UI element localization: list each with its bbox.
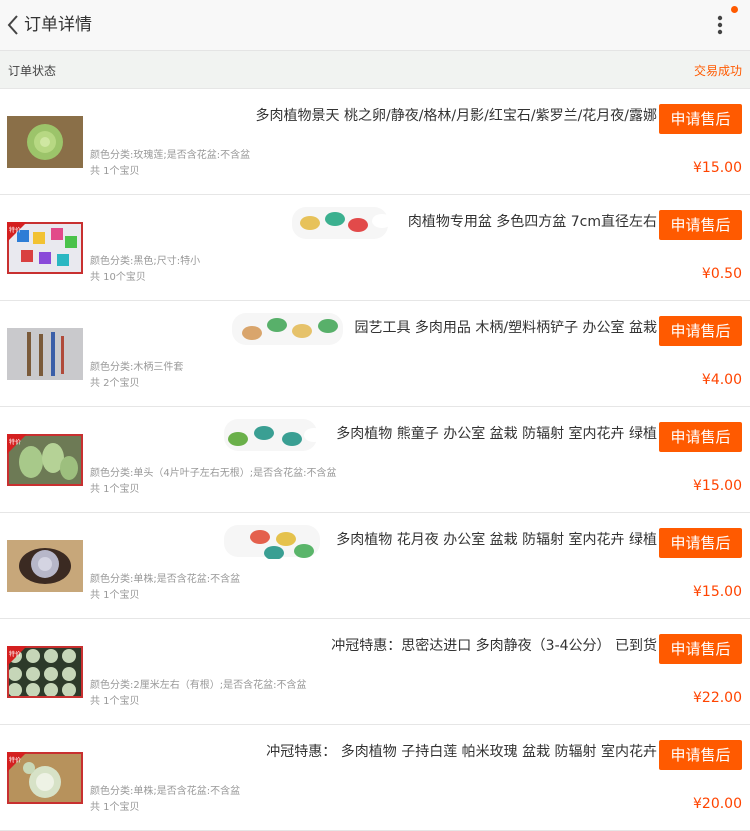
product-thumbnail[interactable]: 特价 <box>7 222 83 274</box>
product-price: ¥20.00 <box>693 796 742 812</box>
product-spec: 颜色分类:单株;是否含花盆:不含盆 <box>90 574 241 585</box>
product-name[interactable]: 多肉植物景天 桃之卵/静夜/格林/月影/红宝石/紫罗兰/花月夜/露娜 <box>256 105 657 125</box>
product-name[interactable]: 肉植物专用盆 多色四方盆 7cm直径左右 <box>408 211 657 231</box>
product-meta: 颜色分类:玫瑰莲;是否含花盆:不含盆共 1个宝贝 <box>90 148 250 180</box>
order-item[interactable]: 园艺工具 多肉用品 木柄/塑料柄铲子 办公室 盆栽颜色分类:木柄三件套共 2个宝… <box>0 301 750 407</box>
obscured-text-blot <box>224 419 319 451</box>
badge-text: 特价 <box>9 756 21 764</box>
after-sale-button[interactable]: 申请售后 <box>659 316 742 346</box>
product-price: ¥22.00 <box>693 690 742 706</box>
product-thumbnail[interactable] <box>7 540 83 592</box>
product-count: 共 1个宝贝 <box>90 484 140 495</box>
product-name[interactable]: 园艺工具 多肉用品 木柄/塑料柄铲子 办公室 盆栽 <box>354 317 657 337</box>
product-count: 共 1个宝贝 <box>90 590 140 601</box>
product-name[interactable]: 冲冠特惠： 多肉植物 子持白莲 帕米玫瑰 盆栽 防辐射 室内花卉 <box>266 741 657 761</box>
chevron-left-icon[interactable] <box>4 12 26 38</box>
order-status-value: 交易成功 <box>693 64 742 78</box>
order-item[interactable]: 特价 冲冠特惠： 多肉植物 子持白莲 帕米玫瑰 盆栽 防辐射 室内花卉颜色分类:单… <box>0 725 750 831</box>
product-thumbnail-wrap[interactable]: 特价 <box>7 752 83 804</box>
product-price: ¥4.00 <box>701 372 742 388</box>
after-sale-button[interactable]: 申请售后 <box>659 210 742 240</box>
badge-text: 特价 <box>9 438 21 446</box>
product-thumbnail-wrap[interactable] <box>7 328 83 380</box>
after-sale-button[interactable]: 申请售后 <box>659 422 742 452</box>
product-thumbnail-wrap[interactable]: 特价 <box>7 222 83 274</box>
after-sale-button[interactable]: 申请售后 <box>659 104 742 134</box>
product-spec: 颜色分类:木柄三件套 <box>90 362 184 373</box>
page-title: 订单详情 <box>24 15 92 35</box>
order-status-label: 订单状态 <box>8 64 57 78</box>
product-count: 共 10个宝贝 <box>90 272 146 283</box>
product-thumbnail[interactable]: 特价 <box>7 752 83 804</box>
product-meta: 颜色分类:单头（4片叶子左右无根）;是否含花盆:不含盆共 1个宝贝 <box>90 466 336 498</box>
product-price: ¥0.50 <box>701 266 742 282</box>
product-meta: 颜色分类:黑色;尺寸:特小共 10个宝贝 <box>90 254 200 286</box>
product-meta: 颜色分类:木柄三件套共 2个宝贝 <box>90 360 183 392</box>
after-sale-button[interactable]: 申请售后 <box>659 740 742 770</box>
order-status-bar: 订单状态 交易成功 <box>0 51 750 89</box>
order-item[interactable]: 特价 多肉植物 熊童子 办公室 盆栽 防辐射 室内花卉 绿植颜色分类:单头（4片叶… <box>0 407 750 513</box>
obscured-text-blot <box>224 525 320 559</box>
product-count: 共 2个宝贝 <box>90 378 140 389</box>
product-count: 共 1个宝贝 <box>90 166 140 177</box>
product-thumbnail[interactable]: 特价 <box>7 434 83 486</box>
product-thumbnail-wrap[interactable]: 特价 <box>7 646 83 698</box>
product-thumbnail[interactable] <box>7 328 83 380</box>
badge-text: 特价 <box>9 650 21 658</box>
product-thumbnail-wrap[interactable] <box>7 116 83 168</box>
product-meta: 颜色分类:单株;是否含花盆:不含盆共 1个宝贝 <box>90 784 240 816</box>
product-price: ¥15.00 <box>693 584 742 600</box>
after-sale-button[interactable]: 申请售后 <box>659 528 742 558</box>
product-spec: 颜色分类:单株;是否含花盆:不含盆 <box>90 786 241 797</box>
obscured-text-blot <box>292 207 390 239</box>
notification-dot <box>731 6 738 13</box>
product-meta: 颜色分类:单株;是否含花盆:不含盆共 1个宝贝 <box>90 572 240 604</box>
product-thumbnail[interactable] <box>7 116 83 168</box>
product-count: 共 1个宝贝 <box>90 802 140 813</box>
product-name[interactable]: 冲冠特惠：思密达进口 多肉静夜（3-4公分） 已到货 <box>331 635 657 655</box>
badge-text: 特价 <box>9 226 21 234</box>
product-name[interactable]: 多肉植物 熊童子 办公室 盆栽 防辐射 室内花卉 绿植 <box>336 423 657 443</box>
product-spec: 颜色分类:玫瑰莲;是否含花盆:不含盆 <box>90 150 251 161</box>
product-thumbnail-wrap[interactable]: 特价 <box>7 434 83 486</box>
order-item[interactable]: 多肉植物 花月夜 办公室 盆栽 防辐射 室内花卉 绿植颜色分类:单株;是否含花盆… <box>0 513 750 619</box>
order-item[interactable]: 特价 冲冠特惠：思密达进口 多肉静夜（3-4公分） 已到货颜色分类:2厘米左右（有… <box>0 619 750 725</box>
product-meta: 颜色分类:2厘米左右（有根）;是否含花盆:不含盆共 1个宝贝 <box>90 678 306 710</box>
after-sale-button[interactable]: 申请售后 <box>659 634 742 664</box>
more-vertical-icon[interactable] <box>707 8 733 42</box>
product-spec: 颜色分类:2厘米左右（有根）;是否含花盆:不含盆 <box>90 680 307 691</box>
obscured-text-blot <box>232 313 343 345</box>
top-app-bar: 订单详情 <box>0 0 750 51</box>
product-price: ¥15.00 <box>693 478 742 494</box>
order-item[interactable]: 特价 肉植物专用盆 多色四方盆 7cm直径左右颜色分类:黑色;尺寸:特小共 10个… <box>0 195 750 301</box>
product-price: ¥15.00 <box>693 160 742 176</box>
product-thumbnail-wrap[interactable] <box>7 540 83 592</box>
product-spec: 颜色分类:黑色;尺寸:特小 <box>90 256 201 267</box>
product-thumbnail[interactable]: 特价 <box>7 646 83 698</box>
product-count: 共 1个宝贝 <box>90 696 140 707</box>
product-spec: 颜色分类:单头（4片叶子左右无根）;是否含花盆:不含盆 <box>90 468 337 479</box>
product-name[interactable]: 多肉植物 花月夜 办公室 盆栽 防辐射 室内花卉 绿植 <box>336 529 657 549</box>
order-item[interactable]: 多肉植物景天 桃之卵/静夜/格林/月影/红宝石/紫罗兰/花月夜/露娜颜色分类:玫… <box>0 89 750 195</box>
